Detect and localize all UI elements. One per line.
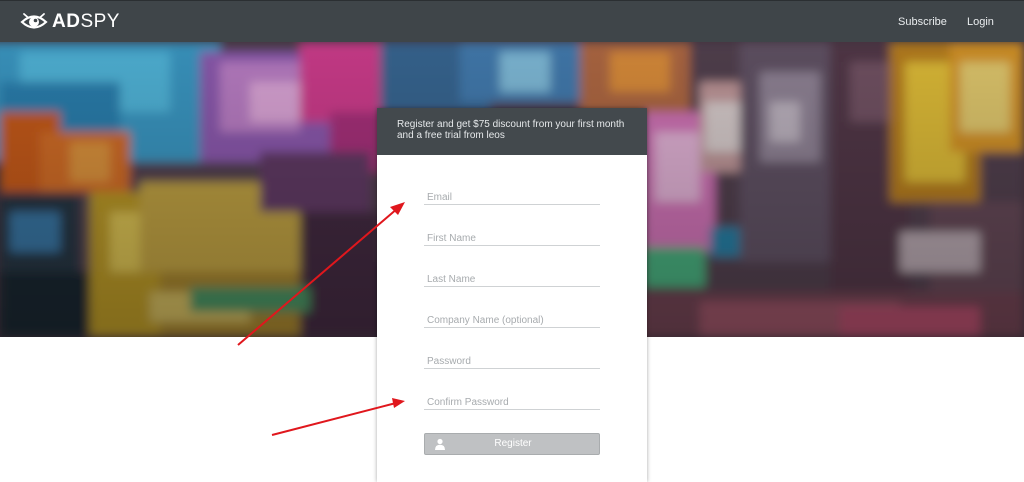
page: ADSPY Subscribe Login Register and get $…: [0, 0, 1024, 482]
eye-icon: [20, 13, 48, 29]
first-name-input[interactable]: [424, 230, 603, 247]
last-name-field: [424, 269, 603, 288]
adspy-logo[interactable]: ADSPY: [20, 10, 120, 34]
register-promo-line-1: Register and get $75 discount from your …: [397, 119, 625, 130]
top-navbar: ADSPY Subscribe Login: [0, 0, 1024, 42]
email-field: [424, 187, 603, 206]
register-button-label: Register: [494, 438, 532, 449]
register-card-header: Register and get $75 discount from your …: [377, 108, 647, 155]
nav-subscribe-link[interactable]: Subscribe: [898, 14, 947, 30]
logo-text-bold: AD: [52, 11, 81, 32]
confirm-password-input[interactable]: [424, 394, 603, 411]
password-input[interactable]: [424, 353, 603, 370]
logo-text: ADSPY: [52, 10, 120, 34]
register-card: Register and get $75 discount from your …: [377, 108, 647, 482]
logo-text-light: SPY: [80, 11, 120, 32]
register-button[interactable]: Register: [424, 433, 600, 455]
first-name-field: [424, 228, 603, 247]
confirm-password-field: [424, 392, 603, 411]
register-promo-line-2: and a free trial from leos: [397, 130, 505, 141]
email-input[interactable]: [424, 189, 603, 206]
company-name-input[interactable]: [424, 312, 603, 329]
company-name-field: [424, 310, 603, 329]
password-field: [424, 351, 603, 370]
last-name-input[interactable]: [424, 271, 603, 288]
nav-login-link[interactable]: Login: [967, 14, 994, 30]
